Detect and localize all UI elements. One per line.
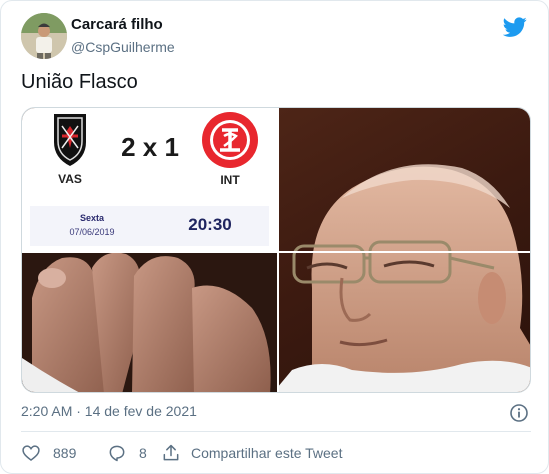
away-team-label: INT bbox=[220, 173, 240, 187]
tweet-header: Carcará filho @CspGuilherme bbox=[21, 13, 531, 61]
match-time-label: 20:30 bbox=[188, 215, 231, 234]
share-button[interactable]: Compartilhar este Tweet bbox=[161, 442, 342, 464]
heart-icon bbox=[22, 445, 40, 462]
avatar-image bbox=[21, 13, 67, 59]
reply-icon bbox=[109, 445, 125, 462]
share-icon bbox=[163, 444, 179, 461]
media-image: VAS INT 2 x 1 Sexta 07/06/2019 20:30 bbox=[22, 108, 530, 392]
reply-count: 8 bbox=[139, 445, 147, 461]
share-label: Compartilhar este Tweet bbox=[191, 445, 343, 461]
author-handle[interactable]: @CspGuilherme bbox=[71, 39, 175, 55]
like-count: 889 bbox=[53, 445, 77, 461]
home-team-label: VAS bbox=[58, 172, 82, 186]
match-date-label: 07/06/2019 bbox=[69, 227, 114, 237]
info-icon[interactable] bbox=[509, 403, 529, 423]
tweet-timestamp[interactable]: 2:20 AM · 14 de fev de 2021 bbox=[21, 403, 197, 419]
tweet-card: Carcará filho @CspGuilherme União Flasco bbox=[0, 0, 549, 474]
reply-button[interactable]: 8 bbox=[107, 442, 147, 464]
twitter-bird-icon[interactable] bbox=[503, 15, 527, 39]
match-day-label: Sexta bbox=[80, 213, 105, 223]
score-label: 2 x 1 bbox=[121, 132, 179, 162]
avatar[interactable] bbox=[21, 13, 67, 59]
tweet-actions: 889 8 Compartilhar este Tweet bbox=[21, 442, 531, 464]
tweet-text: União Flasco bbox=[21, 71, 138, 93]
internacional-crest-icon bbox=[202, 112, 258, 168]
tweet-media[interactable]: VAS INT 2 x 1 Sexta 07/06/2019 20:30 bbox=[21, 107, 531, 393]
like-button[interactable]: 889 bbox=[21, 442, 76, 464]
divider bbox=[21, 431, 531, 432]
author-name[interactable]: Carcará filho bbox=[71, 16, 163, 33]
